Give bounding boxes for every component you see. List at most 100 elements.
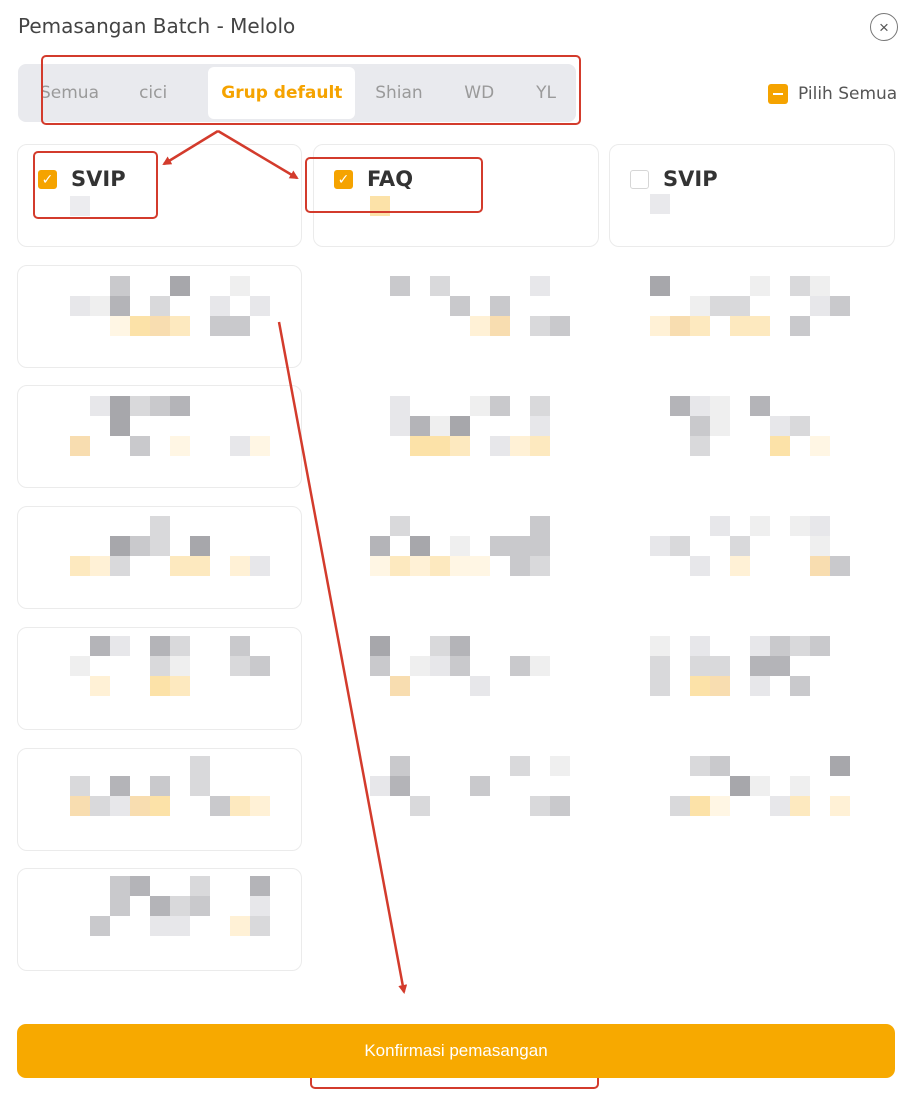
pixel-block [530, 416, 550, 436]
pixel-block [670, 316, 690, 336]
pixel-block [490, 536, 510, 556]
pixel-block [110, 396, 130, 416]
pixel-block [430, 556, 450, 576]
pixel-block [790, 796, 810, 816]
pixel-block [150, 796, 170, 816]
pixel-block [390, 756, 410, 776]
tab-semua[interactable]: Semua [40, 67, 99, 119]
tab-yl[interactable]: YL [516, 67, 576, 119]
pixel-block [790, 676, 810, 696]
pixel-block [370, 636, 390, 656]
tab-wd[interactable]: WD [442, 67, 516, 119]
pixel-block [170, 916, 190, 936]
pixel-block [450, 296, 470, 316]
group-checkbox-svip[interactable]: ✓ SVIP [38, 167, 126, 191]
pixel-block [730, 776, 750, 796]
pixel-block [690, 636, 710, 656]
pixel-block [250, 656, 270, 676]
pixel-block [730, 296, 750, 316]
pixel-block [710, 756, 730, 776]
pixel-block [190, 776, 210, 796]
pixel-block [490, 316, 510, 336]
pixel-block [410, 416, 430, 436]
pixel-block [230, 636, 250, 656]
pixel-block [690, 756, 710, 776]
tab-grup-default[interactable]: Grup default [208, 67, 356, 119]
pixel-block [690, 556, 710, 576]
pixel-block [810, 436, 830, 456]
pixel-block [510, 436, 530, 456]
pixel-block [370, 556, 390, 576]
pixel-block [250, 796, 270, 816]
pixel-block [710, 396, 730, 416]
pixel-block [430, 416, 450, 436]
pixel-block [390, 676, 410, 696]
pixel-block [390, 776, 410, 796]
pixel-block [430, 276, 450, 296]
pixel-block [690, 296, 710, 316]
pixel-block [550, 756, 570, 776]
pixel-block [810, 556, 830, 576]
pixel-block [530, 276, 550, 296]
pixel-block [750, 396, 770, 416]
pixel-block [410, 796, 430, 816]
checkbox-unchecked-icon [630, 169, 649, 189]
group-checkbox-svip-2[interactable]: SVIP [630, 167, 718, 191]
pixel-block [830, 556, 850, 576]
pixel-block [90, 916, 110, 936]
pixel-block [410, 656, 430, 676]
pixel-block [710, 796, 730, 816]
pixel-block [430, 636, 450, 656]
pixel-block [390, 276, 410, 296]
pixel-block [670, 396, 690, 416]
pixel-block [70, 796, 90, 816]
pixel-block [210, 296, 230, 316]
confirm-install-button[interactable]: Konfirmasi pemasangan [17, 1024, 895, 1078]
select-all-label: Pilih Semua [798, 84, 898, 104]
close-icon[interactable]: × [870, 13, 898, 41]
pixel-block [690, 656, 710, 676]
pixel-block [130, 396, 150, 416]
pixel-block [150, 776, 170, 796]
pixel-block [110, 776, 130, 796]
pixel-block [70, 556, 90, 576]
pixel-block [690, 796, 710, 816]
pixel-block [250, 876, 270, 896]
pixel-block [150, 536, 170, 556]
pixel-block [670, 796, 690, 816]
pixel-block [770, 636, 790, 656]
pixel-block [70, 296, 90, 316]
pixel-block [230, 316, 250, 336]
pixel-block [210, 796, 230, 816]
pixel-block [390, 516, 410, 536]
tab-shian[interactable]: Shian [355, 67, 442, 119]
tab-cici[interactable]: cici [98, 67, 208, 119]
pixel-block [650, 536, 670, 556]
pixel-block [750, 676, 770, 696]
pixel-block [370, 196, 390, 216]
pixel-block [190, 756, 210, 776]
pixel-block [510, 536, 530, 556]
pixel-block [450, 536, 470, 556]
pixel-block [370, 536, 390, 556]
pixel-block [170, 316, 190, 336]
pixel-block [450, 416, 470, 436]
select-all-checkbox[interactable]: Pilih Semua [768, 84, 897, 104]
pixel-block [230, 276, 250, 296]
pixel-block [370, 656, 390, 676]
pixel-block [550, 796, 570, 816]
pixel-block [150, 896, 170, 916]
group-checkbox-faq[interactable]: ✓ FAQ [334, 167, 413, 191]
pixel-block [70, 196, 90, 216]
pixel-block [750, 276, 770, 296]
pixel-block [250, 916, 270, 936]
pixel-block [750, 656, 770, 676]
pixel-block [730, 316, 750, 336]
pixel-block [230, 656, 250, 676]
pixel-block [150, 636, 170, 656]
pixel-block [150, 916, 170, 936]
pixel-block [830, 296, 850, 316]
pixel-block [110, 636, 130, 656]
pixel-block [750, 516, 770, 536]
pixel-block [90, 556, 110, 576]
